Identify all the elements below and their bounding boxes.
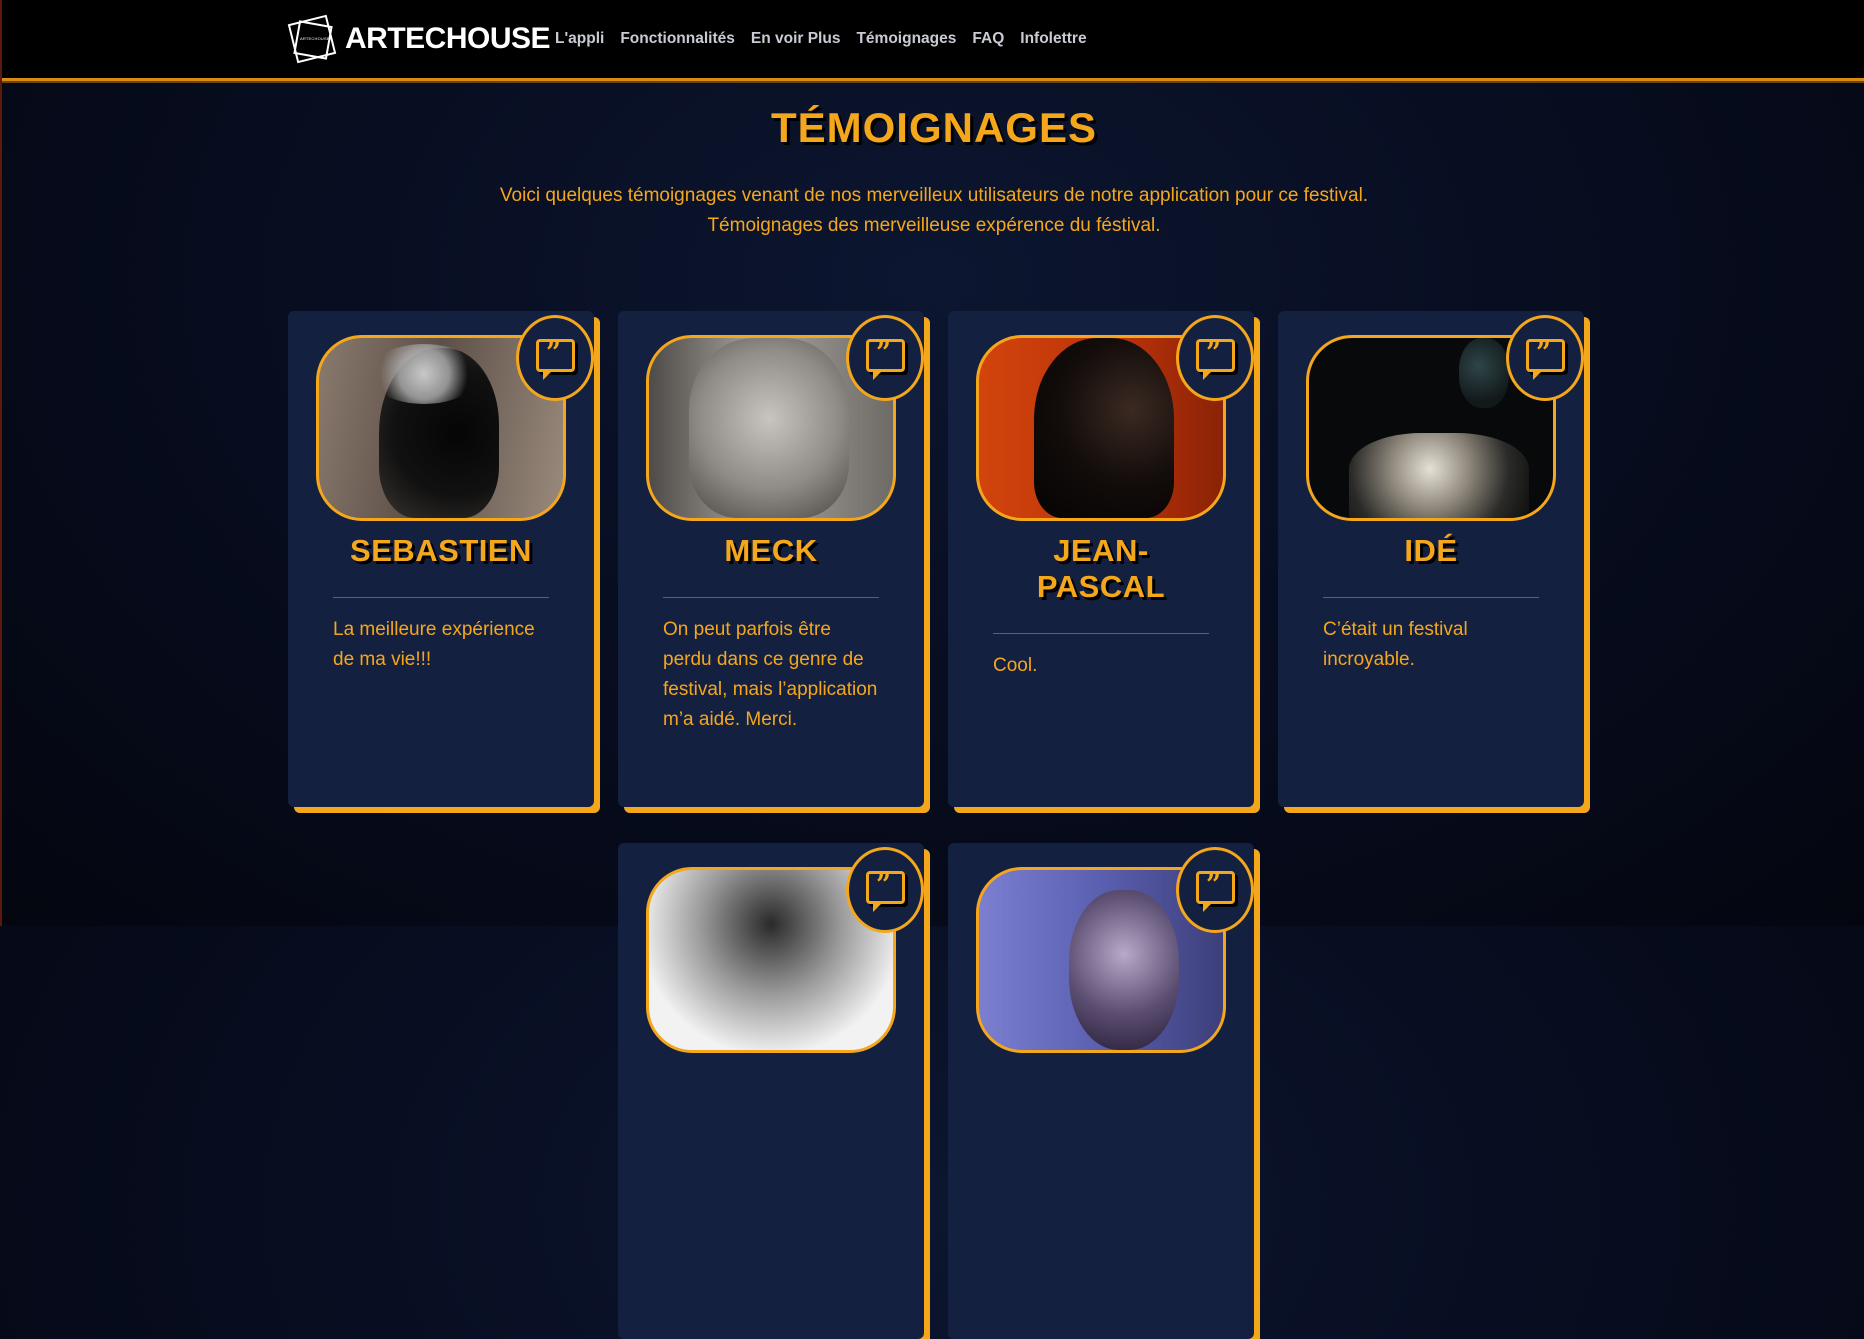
testimonial-card: ” IDÉ C’était un festival incroyable. xyxy=(1278,311,1584,807)
nav-link-fonctionnalites[interactable]: Fonctionnalités xyxy=(620,30,735,48)
testimonial-card: ” xyxy=(948,843,1254,1339)
quote-icon: ” xyxy=(1176,847,1254,933)
divider xyxy=(1323,597,1539,598)
brand[interactable]: ARTECHOUSE ARTECHOUSE xyxy=(287,14,551,64)
divider xyxy=(333,597,549,598)
section-title: TÉMOIGNAGES xyxy=(770,104,1098,151)
quote-icon: ” xyxy=(1176,315,1254,401)
testimonial-name: IDÉ xyxy=(1404,533,1458,568)
nav-link-infolettre[interactable]: Infolettre xyxy=(1020,30,1086,48)
top-navigation-bar: ARTECHOUSE ARTECHOUSE L'appli Fonctionna… xyxy=(2,0,1864,81)
nav-link-temoignages[interactable]: Témoignages xyxy=(856,30,956,48)
nav-link-en-voir-plus[interactable]: En voir Plus xyxy=(751,30,841,48)
logo-small-text: ARTECHOUSE xyxy=(300,36,330,41)
main-nav: L'appli Fonctionnalités En voir Plus Tém… xyxy=(555,30,1087,48)
testimonial-card: ” JEAN-PASCAL Cool. xyxy=(948,311,1254,807)
nav-link-faq[interactable]: FAQ xyxy=(972,30,1004,48)
testimonial-text: Cool. xyxy=(993,655,1038,676)
intro-line-1: Voici quelques témoignages venant de nos… xyxy=(499,185,1369,206)
testimonial-name: JEAN-PASCAL xyxy=(1036,533,1166,604)
quote-icon: ” xyxy=(846,315,924,401)
section-intro: Voici quelques témoignages venant de nos… xyxy=(2,181,1864,241)
testimonial-card: ” xyxy=(618,843,924,1339)
divider xyxy=(663,597,879,598)
testimonial-name: SEBASTIEN xyxy=(350,533,532,568)
testimonial-text: On peut parfois être perdu dans ce genre… xyxy=(663,619,878,730)
brand-name: ARTECHOUSE xyxy=(345,22,551,55)
testimonial-name: MECK xyxy=(724,533,818,568)
testimonial-card: ” SEBASTIEN La meilleure expérience de m… xyxy=(288,311,594,807)
divider xyxy=(993,633,1209,634)
quote-icon: ” xyxy=(846,847,924,933)
intro-line-2: Témoignages des merveilleuse expérence d… xyxy=(707,215,1161,236)
artechouse-logo-icon: ARTECHOUSE xyxy=(287,14,337,64)
nav-link-appli[interactable]: L'appli xyxy=(555,30,604,48)
testimonial-text: La meilleure expérience de ma vie!!! xyxy=(333,619,535,670)
testimonial-text: C’était un festival incroyable. xyxy=(1323,619,1468,670)
testimonial-card: ” MECK On peut parfois être perdu dans c… xyxy=(618,311,924,807)
quote-icon: ” xyxy=(516,315,594,401)
quote-icon: ” xyxy=(1506,315,1584,401)
